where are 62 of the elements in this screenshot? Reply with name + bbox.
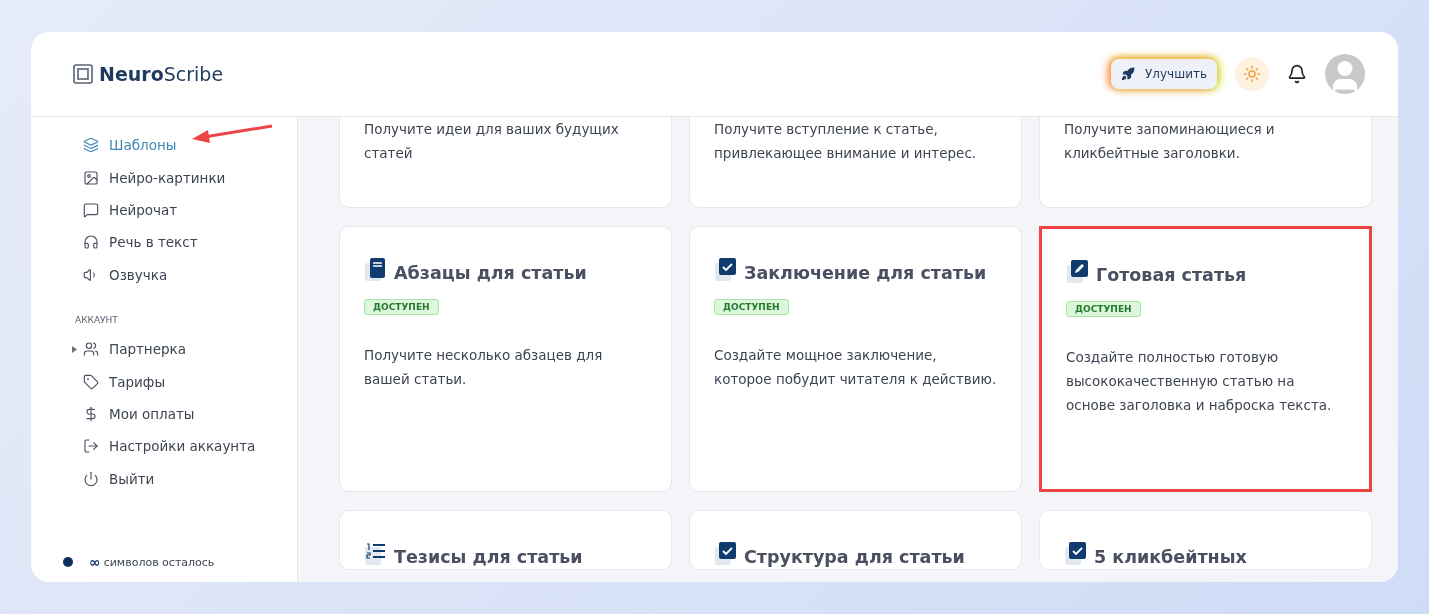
card-title: Заключение для статьи xyxy=(744,263,987,283)
pencil-icon xyxy=(1066,259,1090,285)
chat-icon xyxy=(83,201,99,218)
checkbox-icon xyxy=(714,257,738,283)
template-card[interactable]: Абзацы для статьи ДОСТУПЕН Получите несколько абзацев для вашей статьи. xyxy=(339,226,672,492)
status-badge: ДОСТУПЕН xyxy=(364,299,439,315)
dollar-icon xyxy=(83,405,99,422)
template-card[interactable]: Получите идеи для ваших будущих статей xyxy=(339,117,672,208)
sidebar-item[interactable]: Озвучка xyxy=(31,258,297,291)
headphones-icon xyxy=(83,234,99,251)
tag-icon xyxy=(83,373,99,390)
template-card[interactable]: Структура для статьи xyxy=(689,510,1022,570)
avatar[interactable] xyxy=(1325,54,1365,94)
sidebar-item[interactable]: Мои оплаты xyxy=(31,397,297,431)
sun-icon xyxy=(1243,65,1261,83)
rocket-icon xyxy=(1121,67,1135,81)
sidebar-item[interactable]: Речь в текст xyxy=(31,226,297,259)
card-description: Получите запоминающиеся и кликбейтные заголовки. xyxy=(1064,120,1276,163)
sidebar-item[interactable]: Партнерка xyxy=(31,332,297,366)
card-description: Создайте мощное заключение, которое побудит читателя к действию. xyxy=(714,346,997,389)
power-icon xyxy=(83,470,99,487)
layers-icon xyxy=(83,137,99,154)
section-heading: АККАУНТ xyxy=(74,314,119,325)
card-description: Создайте полностью готовую высококачественную статью на основе заголовка и наброска текста. xyxy=(1066,348,1333,415)
sidebar-item[interactable]: Настройки аккаунта xyxy=(31,430,297,463)
exit-icon xyxy=(83,438,99,455)
template-card[interactable]: Готовая статья ДОСТУПЕН Создайте полностью готовую высококачественную статью на основе заголовка и наброска текста. xyxy=(1039,226,1372,492)
logo-icon xyxy=(73,64,93,84)
checkbox-icon xyxy=(714,541,738,567)
template-card[interactable]: Получите запоминающиеся и кликбейтные заголовки. xyxy=(1039,117,1372,208)
sidebar-item[interactable]: Шаблоны xyxy=(31,129,297,162)
bell-icon xyxy=(1287,64,1307,84)
card-title: Абзацы для статьи xyxy=(394,263,587,283)
symbols-left-label: символов осталось xyxy=(103,555,215,569)
card-title: Готовая статья xyxy=(1096,265,1247,285)
sidebar-item[interactable]: Нейрочат xyxy=(31,193,297,227)
card-title: 5 кликбейтных xyxy=(1094,547,1247,567)
theme-toggle-button[interactable] xyxy=(1235,57,1269,91)
card-description: Получите идеи для ваших будущих статей xyxy=(364,120,620,163)
image-icon xyxy=(83,169,99,186)
card-description: Получите несколько абзацев для вашей статьи. xyxy=(364,346,604,389)
numbered-list-icon xyxy=(364,541,388,567)
users-icon xyxy=(83,341,99,358)
checkbox-icon xyxy=(1064,541,1088,567)
template-card[interactable]: Тезисы для статьи xyxy=(339,510,672,570)
sidebar-item[interactable]: Выйти xyxy=(31,462,297,495)
template-card[interactable]: Заключение для статьи ДОСТУПЕН Создайте мощное заключение, которое побудит читателя к действию. xyxy=(689,226,1022,492)
template-card[interactable]: Получите вступление к статье, привлекающее внимание и интерес. xyxy=(689,117,1022,208)
infinity-count: ∞ xyxy=(89,554,101,570)
status-badge: ДОСТУПЕН xyxy=(714,299,789,315)
template-card[interactable]: 5 кликбейтных xyxy=(1039,510,1372,570)
card-title: Тезисы для статьи xyxy=(394,547,583,567)
notifications-button[interactable] xyxy=(1287,64,1307,84)
card-title: Структура для статьи xyxy=(744,547,965,567)
upgrade-button[interactable]: Улучшить xyxy=(1111,59,1217,89)
logo-text[interactable]: NeuroScribe xyxy=(99,63,224,85)
sidebar-item[interactable]: Нейро-картинки xyxy=(31,161,297,194)
status-dot xyxy=(63,557,73,567)
sidebar-item[interactable]: Тарифы xyxy=(31,365,297,398)
card-description: Получите вступление к статье, привлекающее внимание и интерес. xyxy=(714,120,978,163)
status-badge: ДОСТУПЕН xyxy=(1066,301,1141,317)
book-icon xyxy=(364,257,388,283)
